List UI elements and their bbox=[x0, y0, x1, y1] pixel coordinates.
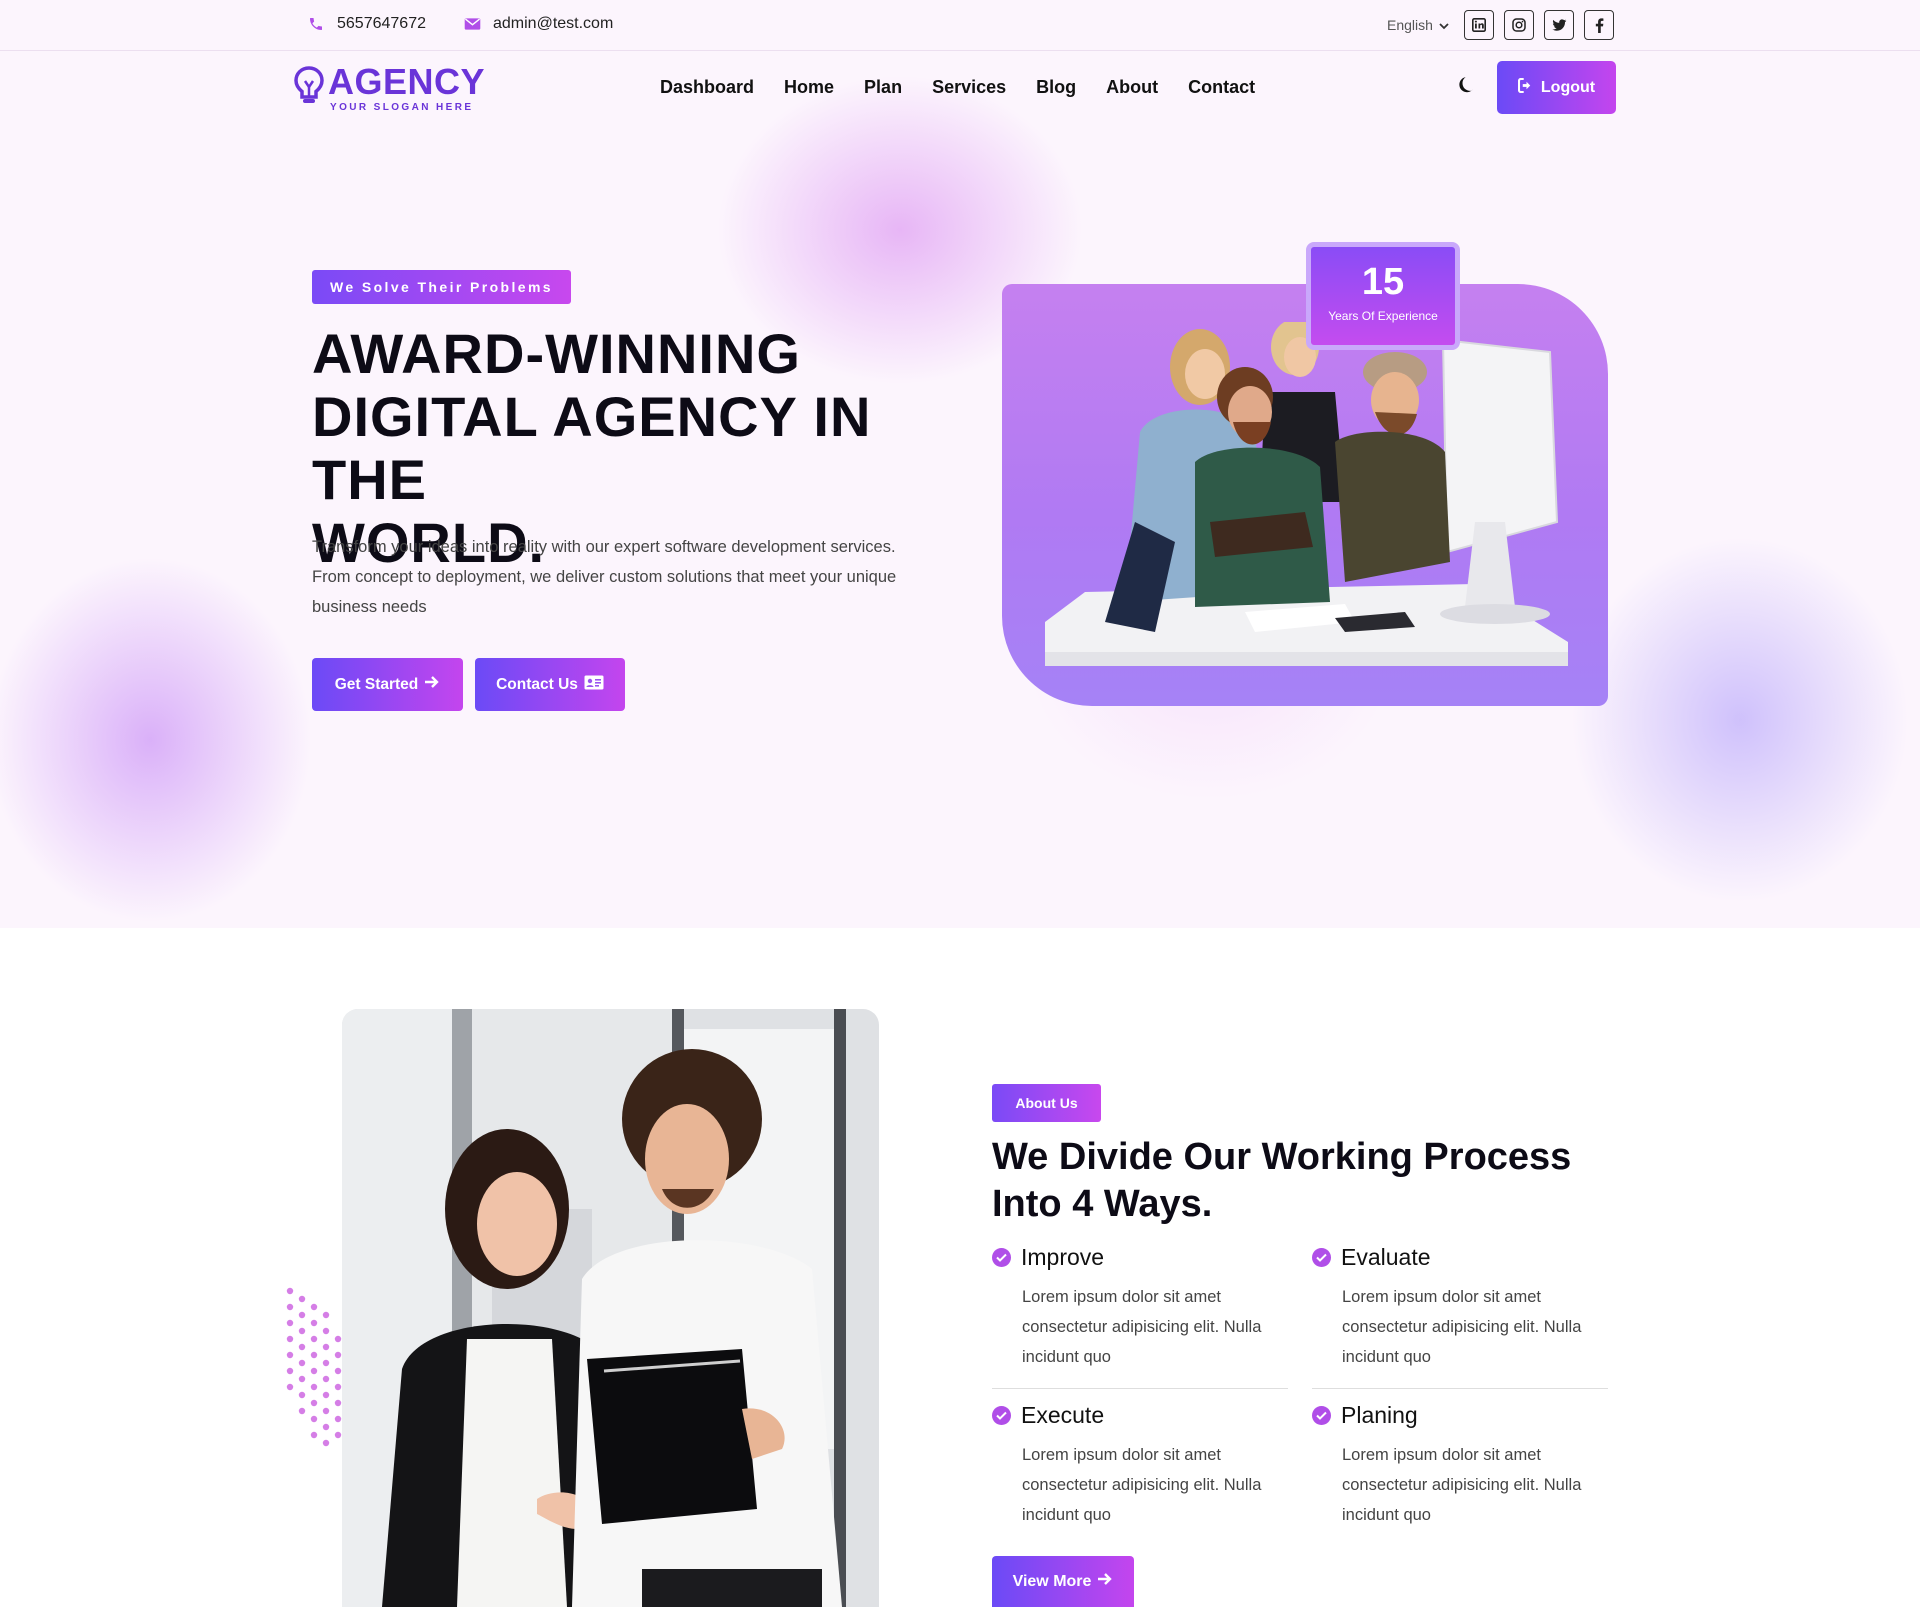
check-circle-icon bbox=[1312, 1248, 1331, 1267]
hero-title-line-2: DIGITAL AGENCY IN THE bbox=[312, 385, 872, 511]
divider bbox=[992, 1388, 1288, 1389]
logout-button[interactable]: Logout bbox=[1497, 61, 1616, 114]
get-started-label: Get Started bbox=[334, 675, 419, 693]
logo-slogan: YOUR SLOGAN HERE bbox=[330, 102, 474, 113]
feature-execute: Execute Lorem ipsum dolor sit amet conse… bbox=[992, 1402, 1288, 1530]
hero-badge: We Solve Their Problems bbox=[312, 270, 571, 304]
chevron-down-icon bbox=[1439, 17, 1449, 33]
nav-item-about[interactable]: About bbox=[1106, 77, 1158, 98]
nav-item-services[interactable]: Services bbox=[932, 77, 1006, 98]
nav-item-contact[interactable]: Contact bbox=[1188, 77, 1255, 98]
feature-planing: Planing Lorem ipsum dolor sit amet conse… bbox=[1312, 1402, 1608, 1530]
instagram-icon[interactable] bbox=[1504, 10, 1534, 40]
feature-improve: Improve Lorem ipsum dolor sit amet conse… bbox=[992, 1244, 1288, 1372]
language-label: English bbox=[1387, 17, 1433, 33]
sign-out-icon bbox=[1517, 77, 1535, 98]
check-circle-icon bbox=[1312, 1406, 1331, 1425]
facebook-icon[interactable] bbox=[1584, 10, 1614, 40]
about-title: We Divide Our Working Process Into 4 Way… bbox=[992, 1134, 1592, 1228]
email-contact[interactable]: admin@test.com bbox=[463, 15, 613, 33]
view-more-button[interactable]: View More bbox=[992, 1556, 1134, 1607]
phone-icon bbox=[307, 15, 325, 33]
email-address: admin@test.com bbox=[493, 15, 614, 32]
contact-us-button[interactable]: Contact Us bbox=[475, 658, 625, 711]
address-card-icon bbox=[584, 675, 604, 695]
envelope-icon bbox=[463, 15, 481, 33]
phone-contact[interactable]: 5657647672 bbox=[307, 15, 426, 33]
feature-text: Lorem ipsum dolor sit amet consectetur a… bbox=[1342, 1288, 1582, 1366]
nav-item-plan[interactable]: Plan bbox=[864, 77, 902, 98]
experience-number: 15 bbox=[1361, 261, 1405, 303]
get-started-button[interactable]: Get Started bbox=[312, 658, 463, 711]
twitter-icon[interactable] bbox=[1544, 10, 1574, 40]
divider bbox=[1312, 1388, 1608, 1389]
experience-badge: 15 Years Of Experience bbox=[1306, 242, 1460, 350]
logout-label: Logout bbox=[1540, 78, 1596, 96]
feature-text: Lorem ipsum dolor sit amet consectetur a… bbox=[1022, 1446, 1262, 1524]
about-badge: About Us bbox=[992, 1084, 1101, 1122]
feature-title: Execute bbox=[1021, 1402, 1105, 1428]
nav-item-dashboard[interactable]: Dashboard bbox=[660, 77, 754, 98]
logo-name: AGENCY bbox=[328, 61, 486, 102]
language-select[interactable]: English bbox=[1387, 17, 1449, 33]
about-title-line-2: Into 4 Ways. bbox=[992, 1183, 1213, 1225]
feature-evaluate: Evaluate Lorem ipsum dolor sit amet cons… bbox=[1312, 1244, 1608, 1372]
team-photo bbox=[1045, 319, 1568, 666]
experience-label: Years Of Experience bbox=[1328, 309, 1438, 323]
hero-title-line-1: AWARD-WINNING bbox=[312, 322, 801, 385]
feature-title: Evaluate bbox=[1341, 1244, 1431, 1270]
contact-us-label: Contact Us bbox=[496, 675, 578, 693]
phone-number: 5657647672 bbox=[337, 15, 426, 32]
feature-title: Improve bbox=[1021, 1244, 1105, 1270]
top-bar: 5657647672 admin@test.com English bbox=[0, 0, 1920, 51]
lightbulb-icon bbox=[294, 66, 324, 111]
arrow-right-icon bbox=[424, 675, 440, 694]
moon-icon[interactable] bbox=[1458, 76, 1476, 99]
about-title-line-1: We Divide Our Working Process bbox=[992, 1136, 1572, 1178]
nav-item-blog[interactable]: Blog bbox=[1036, 77, 1076, 98]
hero-description: Transform your ideas into reality with o… bbox=[312, 538, 897, 616]
main-nav: Dashboard Home Plan Services Blog About … bbox=[660, 77, 1255, 98]
linkedin-icon[interactable] bbox=[1464, 10, 1494, 40]
check-circle-icon bbox=[992, 1406, 1011, 1425]
hero-background bbox=[0, 0, 1920, 928]
feature-text: Lorem ipsum dolor sit amet consectetur a… bbox=[1022, 1288, 1262, 1366]
feature-title: Planing bbox=[1341, 1402, 1418, 1428]
arrow-right-icon bbox=[1097, 1572, 1113, 1591]
view-more-label: View More bbox=[1012, 1572, 1092, 1590]
check-circle-icon bbox=[992, 1248, 1011, 1267]
business-meeting-photo bbox=[342, 1009, 879, 1607]
nav-item-home[interactable]: Home bbox=[784, 77, 834, 98]
agency-logo[interactable]: AGENCY YOUR SLOGAN HERE bbox=[294, 63, 485, 113]
feature-text: Lorem ipsum dolor sit amet consectetur a… bbox=[1342, 1446, 1582, 1524]
